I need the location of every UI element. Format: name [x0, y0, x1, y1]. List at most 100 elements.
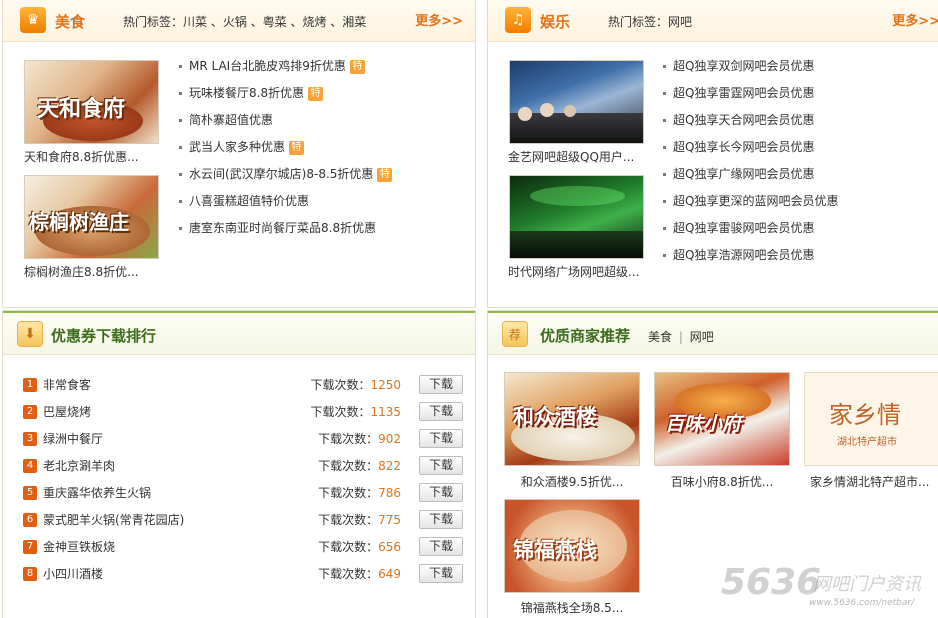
- list-item[interactable]: 八喜蛋糕超值特价优惠: [179, 188, 392, 215]
- rank-number: 7: [23, 540, 37, 554]
- merchant-card-3[interactable]: 家乡情 湖北特产超市: [804, 372, 938, 466]
- watermark-text: 网吧门户资讯: [813, 574, 921, 595]
- list-item[interactable]: 超Q独享更深的蓝网吧会员优惠: [663, 188, 838, 215]
- merchant-card-1-img-text: 和众酒楼: [513, 404, 597, 429]
- rank-name[interactable]: 非常食客: [43, 375, 91, 395]
- merchant-card-4-caption[interactable]: 锦福燕栈全场8.5...: [502, 599, 642, 616]
- food-thumb-1[interactable]: 天和食府: [24, 60, 159, 144]
- entertainment-more-link[interactable]: 更多>>: [892, 10, 938, 29]
- download-count: 下载次数：902: [318, 432, 401, 446]
- special-badge-icon: 特: [289, 140, 305, 155]
- netbar-thumb-2[interactable]: [509, 175, 644, 259]
- merchant-card-3-caption[interactable]: 家乡情湖北特产超市...: [802, 473, 938, 490]
- download-count: 下载次数：1135: [310, 405, 401, 419]
- list-item[interactable]: 超Q独享双剑网吧会员优惠: [663, 53, 838, 80]
- download-button[interactable]: 下载: [419, 510, 463, 529]
- food-panel: ♛ 美食 热门标签：川菜 、火锅 、粤菜 、烧烤 、湘菜 更多>> 天和食府 天…: [2, 0, 476, 308]
- list-item[interactable]: 水云间(武汉摩尔城店)8-8.5折优惠特: [179, 161, 393, 188]
- list-item[interactable]: 武当人家多种优惠特: [179, 134, 392, 161]
- tab-netbar[interactable]: 网吧: [690, 330, 714, 344]
- netbar-thumb-2-caption[interactable]: 时代网络广场网吧超级...: [508, 263, 639, 280]
- table-row: 4 老北京涮羊肉 下载次数：822 下载: [23, 456, 463, 483]
- food-thumb-1-img-text: 天和食府: [37, 96, 126, 122]
- list-item[interactable]: 超Q独享浩源网吧会员优惠: [663, 242, 838, 269]
- list-item[interactable]: 超Q独享天合网吧会员优惠: [663, 107, 838, 134]
- list-item[interactable]: 简朴寨超值优惠: [179, 107, 392, 134]
- list-item[interactable]: 超Q独享雷骏网吧会员优惠: [663, 215, 838, 242]
- download-count: 下载次数：656: [318, 540, 401, 554]
- ranking-list: 1 非常食客 下载次数：1250 下载 2 巴屋烧烤 下载次数：1135 下载 …: [23, 375, 463, 591]
- ranking-header: ⬇ 优惠券下载排行: [3, 311, 475, 355]
- food-deal-list: MR LAI台北脆皮鸡排9折优惠特 玩味楼餐厅8.8折优惠特 简朴寨超值优惠 武…: [179, 53, 393, 242]
- entertainment-panel: ♫ 娱乐 热门标签：网吧 更多>> 金艺网吧超级QQ用户... 时代网络广场网吧…: [487, 0, 938, 308]
- coupon-ranking-panel: ⬇ 优惠券下载排行 1 非常食客 下载次数：1250 下载 2 巴屋烧烤 下载次…: [2, 310, 476, 618]
- download-button[interactable]: 下载: [419, 402, 463, 421]
- rank-name[interactable]: 小四川酒楼: [43, 564, 103, 584]
- merchant-card-3-img-text: 家乡情: [829, 401, 901, 429]
- download-count: 下载次数：649: [318, 567, 401, 581]
- table-row: 7 金神亘铁板烧 下载次数：656 下载: [23, 537, 463, 564]
- rank-number: 4: [23, 459, 37, 473]
- download-button[interactable]: 下载: [419, 483, 463, 502]
- list-item[interactable]: 玩味楼餐厅8.8折优惠特: [179, 80, 392, 107]
- merchant-card-1-caption[interactable]: 和众酒楼9.5折优...: [502, 473, 642, 490]
- watermark-number: 5636: [721, 562, 822, 603]
- special-badge-icon: 特: [349, 59, 365, 74]
- netbar-thumb-1-caption[interactable]: 金艺网吧超级QQ用户...: [508, 148, 634, 165]
- merchant-card-3-img-sub: 湖北特产超市: [837, 437, 897, 448]
- download-count: 下载次数：1250: [310, 378, 401, 392]
- tab-food[interactable]: 美食: [648, 330, 672, 344]
- recommend-badge-icon: 荐: [502, 321, 528, 347]
- download-button[interactable]: 下载: [419, 564, 463, 583]
- food-thumb-2-caption[interactable]: 棕榈树渔庄8.8折优...: [24, 263, 139, 280]
- food-more-link[interactable]: 更多>>: [415, 10, 463, 29]
- rank-name[interactable]: 老北京涮羊肉: [43, 456, 115, 476]
- table-row: 5 重庆露华侬养生火锅 下载次数：786 下载: [23, 483, 463, 510]
- merchant-card-4-img-text: 锦福燕栈: [513, 537, 597, 562]
- download-button[interactable]: 下载: [419, 537, 463, 556]
- merchant-header: 荐 优质商家推荐 美食 | 网吧: [488, 311, 938, 355]
- food-header: ♛ 美食 热门标签：川菜 、火锅 、粤菜 、烧烤 、湘菜 更多>>: [3, 0, 475, 42]
- rank-name[interactable]: 绿洲中餐厅: [43, 429, 103, 449]
- merchant-card-2[interactable]: 百味小府: [654, 372, 790, 466]
- food-thumb-1-caption[interactable]: 天和食府8.8折优惠...: [24, 148, 139, 165]
- download-button[interactable]: 下载: [419, 456, 463, 475]
- download-count: 下载次数：822: [318, 459, 401, 473]
- entertainment-title: 娱乐: [540, 13, 571, 31]
- merchant-card-4[interactable]: 锦福燕栈: [504, 499, 640, 593]
- table-row: 3 绿洲中餐厅 下载次数：902 下载: [23, 429, 463, 456]
- site-watermark: 5636 网吧门户资讯 www.5636.com/netbar/: [713, 560, 938, 618]
- rank-name[interactable]: 重庆露华侬养生火锅: [43, 483, 151, 503]
- rank-number: 5: [23, 486, 37, 500]
- ranking-title: 优惠券下载排行: [51, 327, 157, 345]
- headphones-icon: ♫: [505, 7, 531, 33]
- rank-number: 3: [23, 432, 37, 446]
- down-arrow-icon: ⬇: [17, 321, 43, 347]
- list-item[interactable]: 超Q独享雷霆网吧会员优惠: [663, 80, 838, 107]
- food-hot-tags[interactable]: 热门标签：川菜 、火锅 、粤菜 、烧烤 、湘菜: [123, 13, 366, 30]
- list-item[interactable]: MR LAI台北脆皮鸡排9折优惠特: [179, 53, 392, 80]
- entertainment-hot-tags[interactable]: 热门标签：网吧: [608, 13, 692, 30]
- netbar-thumb-1[interactable]: [509, 60, 644, 144]
- rank-name[interactable]: 巴屋烧烤: [43, 402, 91, 422]
- merchant-card-2-img-text: 百味小府: [665, 413, 742, 435]
- merchant-card-1[interactable]: 和众酒楼: [504, 372, 640, 466]
- list-item[interactable]: 超Q独享广缘网吧会员优惠: [663, 161, 838, 188]
- merchant-card-2-caption[interactable]: 百味小府8.8折优...: [652, 473, 792, 490]
- download-button[interactable]: 下载: [419, 429, 463, 448]
- rank-name[interactable]: 金神亘铁板烧: [43, 537, 115, 557]
- chef-hat-icon: ♛: [20, 7, 46, 33]
- merchant-tabs: 美食 | 网吧: [648, 330, 714, 344]
- food-title: 美食: [55, 13, 86, 31]
- special-badge-icon: 特: [377, 167, 393, 182]
- netbar-deal-list: 超Q独享双剑网吧会员优惠 超Q独享雷霆网吧会员优惠 超Q独享天合网吧会员优惠 超…: [663, 53, 838, 269]
- list-item[interactable]: 超Q独享长今网吧会员优惠: [663, 134, 838, 161]
- rank-name[interactable]: 蒙式肥羊火锅(常青花园店): [43, 510, 184, 530]
- list-item[interactable]: 唐室东南亚时尚餐厅菜品8.8折优惠: [179, 215, 392, 242]
- food-thumb-2[interactable]: 棕榈树渔庄: [24, 175, 159, 259]
- download-count: 下载次数：786: [318, 486, 401, 500]
- table-row: 6 蒙式肥羊火锅(常青花园店) 下载次数：775 下载: [23, 510, 463, 537]
- download-button[interactable]: 下载: [419, 375, 463, 394]
- table-row: 8 小四川酒楼 下载次数：649 下载: [23, 564, 463, 591]
- download-count: 下载次数：775: [318, 513, 401, 527]
